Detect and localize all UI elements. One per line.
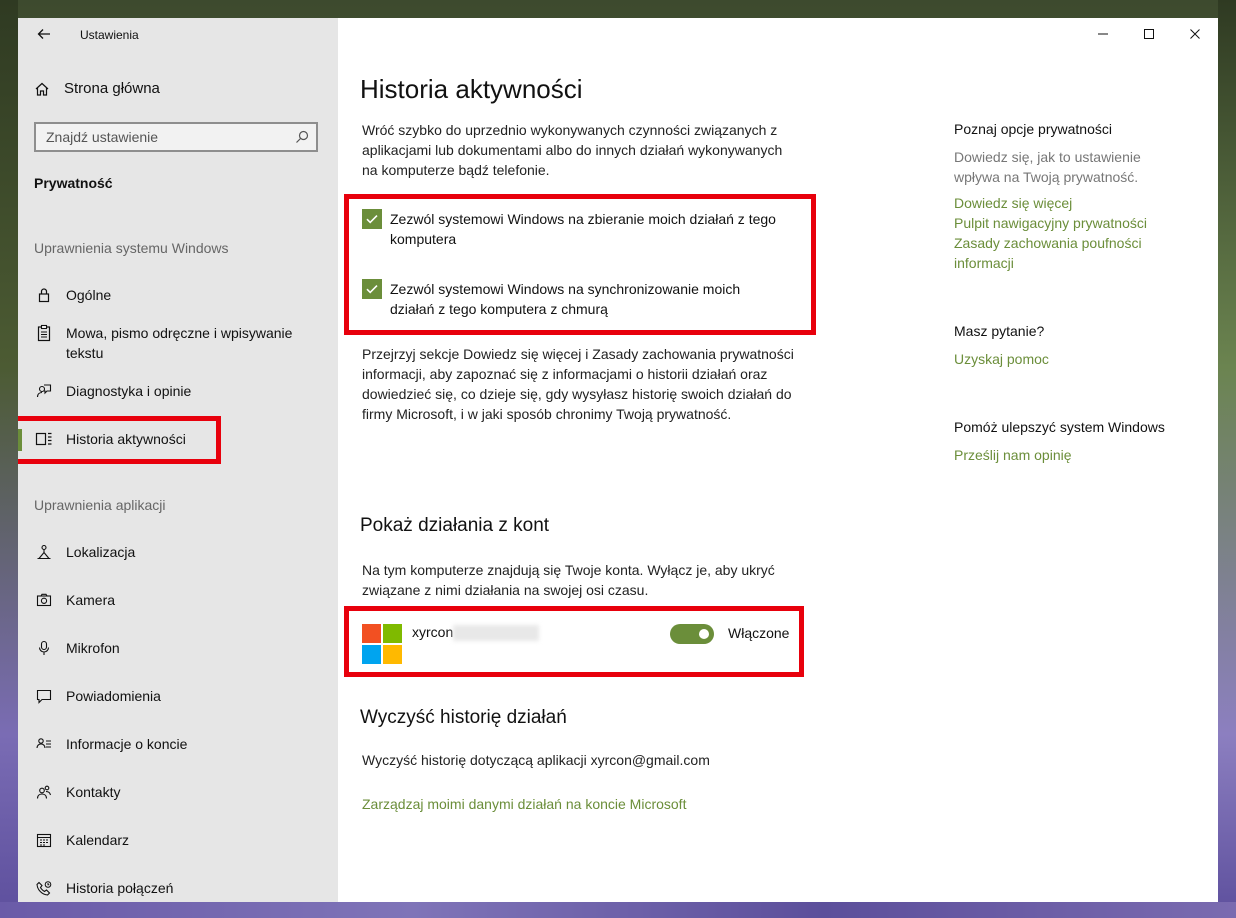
clear-heading: Wyczyść historię działań bbox=[360, 707, 567, 728]
sidebar-item-account-info[interactable]: Informacje o koncie bbox=[18, 734, 338, 754]
sidebar-item-label: Mowa, pismo odręczne i wpisywanie tekstu bbox=[66, 325, 293, 361]
highlight-box-sidebar bbox=[18, 416, 221, 464]
sidebar-item-diagnostics[interactable]: Diagnostyka i opinie bbox=[18, 381, 338, 401]
desktop-background-left bbox=[0, 0, 18, 918]
get-help-link[interactable]: Uzyskaj pomoc bbox=[954, 349, 1194, 369]
camera-icon bbox=[34, 590, 54, 610]
minimize-button[interactable] bbox=[1080, 18, 1126, 50]
privacy-statement-link[interactable]: Zasady zachowania poufności informacji bbox=[954, 233, 1174, 273]
sidebar-item-label: Diagnostyka i opinie bbox=[66, 383, 192, 399]
question-heading: Masz pytanie? bbox=[954, 323, 1045, 339]
search-icon[interactable] bbox=[294, 129, 310, 145]
privacy-options-heading: Poznaj opcje prywatności bbox=[954, 121, 1112, 137]
maximize-button[interactable] bbox=[1126, 18, 1172, 50]
privacy-options-text: Dowiedz się, jak to ustawienie wpływa na… bbox=[954, 149, 1141, 185]
minimize-icon bbox=[1098, 33, 1108, 35]
desktop-background-bottom bbox=[0, 902, 1236, 918]
clipboard-icon bbox=[34, 323, 54, 343]
section-title: Prywatność bbox=[34, 175, 113, 191]
home-icon bbox=[35, 82, 49, 96]
sidebar-item-label: Powiadomienia bbox=[66, 688, 161, 704]
learn-more-link[interactable]: Dowiedz się więcej bbox=[954, 193, 1194, 213]
window-title: Ustawienia bbox=[80, 28, 139, 42]
sidebar-item-speech[interactable]: Mowa, pismo odręczne i wpisywanie tekstu bbox=[18, 323, 338, 363]
sidebar-item-label: Historia połączeń bbox=[66, 880, 174, 896]
sidebar-item-contacts[interactable]: Kontakty bbox=[18, 782, 338, 802]
settings-window: Ustawienia Strona główna Prywatność Upra… bbox=[18, 18, 1218, 902]
sidebar-item-label: Ogólne bbox=[66, 287, 112, 303]
back-arrow-icon[interactable] bbox=[36, 26, 56, 44]
home-link[interactable]: Strona główna bbox=[34, 80, 160, 97]
clear-text: Wyczyść historię dotyczącą aplikacji xyr… bbox=[362, 752, 710, 768]
sidebar-item-label: Kontakty bbox=[66, 784, 121, 800]
intro-text: Wróć szybko do uprzednio wykonywanych cz… bbox=[362, 122, 783, 178]
window-controls bbox=[1080, 18, 1218, 50]
sidebar-item-label: Informacje o koncie bbox=[66, 736, 188, 752]
privacy-info-text: Przejrzyj sekcje Dowiedz się więcej i Za… bbox=[362, 346, 794, 422]
maximize-icon bbox=[1144, 29, 1154, 39]
sidebar-item-general[interactable]: Ogólne bbox=[18, 285, 338, 305]
accounts-text: Na tym komputerze znajdują się Twoje kon… bbox=[362, 562, 775, 598]
give-feedback-link[interactable]: Prześlij nam opinię bbox=[954, 445, 1194, 465]
page-title: Historia aktywności bbox=[360, 74, 583, 104]
sidebar-item-label: Kamera bbox=[66, 592, 116, 608]
contacts-icon bbox=[34, 782, 54, 802]
sidebar-item-label: Lokalizacja bbox=[66, 544, 136, 560]
sidebar-item-call-history[interactable]: Historia połączeń bbox=[18, 878, 338, 898]
calendar-icon bbox=[34, 830, 54, 850]
sidebar-item-calendar[interactable]: Kalendarz bbox=[18, 830, 338, 850]
feedback-icon bbox=[34, 381, 54, 401]
close-button[interactable] bbox=[1172, 18, 1218, 50]
main-content: Historia aktywności Wróć szybko do uprze… bbox=[338, 18, 1218, 902]
group-label-windows: Uprawnienia systemu Windows bbox=[34, 240, 229, 256]
accounts-heading: Pokaż działania z kont bbox=[360, 515, 550, 536]
desktop-background-right bbox=[1218, 0, 1236, 918]
sidebar: Ustawienia Strona główna Prywatność Upra… bbox=[18, 18, 338, 902]
highlight-box-account bbox=[344, 606, 804, 677]
location-icon bbox=[34, 542, 54, 562]
close-icon bbox=[1190, 29, 1200, 39]
sidebar-item-notifications[interactable]: Powiadomienia bbox=[18, 686, 338, 706]
highlight-box-checkboxes bbox=[344, 194, 816, 335]
sidebar-item-label: Mikrofon bbox=[66, 640, 120, 656]
microphone-icon bbox=[34, 638, 54, 658]
improve-windows-heading: Pomóż ulepszyć system Windows bbox=[954, 419, 1165, 435]
privacy-dashboard-link[interactable]: Pulpit nawigacyjny prywatności bbox=[954, 213, 1194, 233]
group-label-apps: Uprawnienia aplikacji bbox=[34, 497, 166, 513]
sidebar-item-microphone[interactable]: Mikrofon bbox=[18, 638, 338, 658]
notification-icon bbox=[34, 686, 54, 706]
sidebar-item-location[interactable]: Lokalizacja bbox=[18, 542, 338, 562]
lock-icon bbox=[34, 285, 54, 305]
sidebar-item-camera[interactable]: Kamera bbox=[18, 590, 338, 610]
home-label: Strona główna bbox=[64, 80, 160, 97]
call-history-icon bbox=[34, 878, 54, 898]
account-info-icon bbox=[34, 734, 54, 754]
search-box[interactable] bbox=[34, 122, 318, 152]
search-input[interactable] bbox=[36, 124, 296, 150]
sidebar-item-label: Kalendarz bbox=[66, 832, 130, 848]
manage-activity-link[interactable]: Zarządzaj moimi danymi działań na koncie… bbox=[362, 794, 842, 814]
